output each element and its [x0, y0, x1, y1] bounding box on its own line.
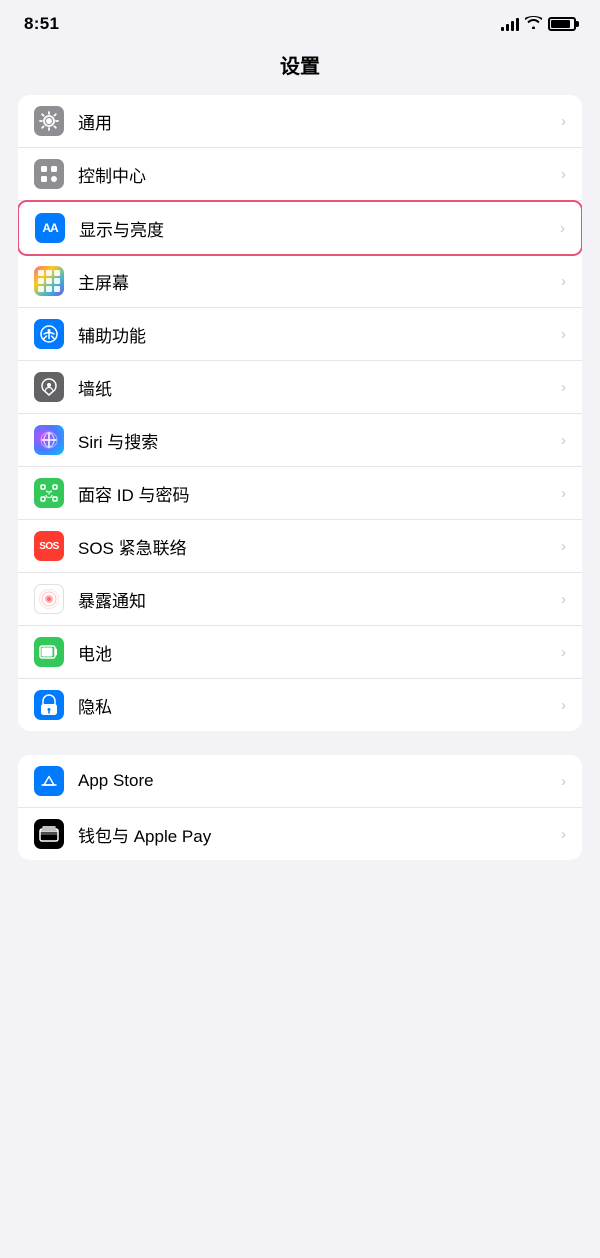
settings-section-store: App Store › 钱包与 Apple Pay ›: [18, 755, 582, 860]
exposure-chevron: ›: [561, 591, 566, 608]
display-label: 显示与亮度: [79, 216, 560, 241]
general-icon: [34, 106, 64, 136]
privacy-chevron: ›: [561, 697, 566, 714]
settings-row-accessibility[interactable]: 辅助功能 ›: [18, 308, 582, 361]
faceid-icon: [34, 478, 64, 508]
settings-row-faceid[interactable]: 面容 ID 与密码 ›: [18, 467, 582, 520]
settings-row-control-center[interactable]: 控制中心 ›: [18, 148, 582, 201]
wallet-chevron: ›: [561, 826, 566, 843]
settings-row-privacy[interactable]: 隐私 ›: [18, 679, 582, 731]
display-icon: AA: [35, 213, 65, 243]
accessibility-icon: [34, 319, 64, 349]
wallpaper-label: 墙纸: [78, 375, 561, 400]
settings-row-general[interactable]: 通用 ›: [18, 95, 582, 148]
sos-label: SOS 紧急联络: [78, 534, 561, 559]
faceid-label: 面容 ID 与密码: [78, 481, 561, 506]
status-icons: [501, 16, 576, 33]
accessibility-chevron: ›: [561, 326, 566, 343]
settings-section-general: 通用 › 控制中心 › AA 显示与亮度 ›: [18, 95, 582, 731]
settings-row-battery[interactable]: 电池 ›: [18, 626, 582, 679]
wallet-label: 钱包与 Apple Pay: [78, 822, 561, 847]
wifi-icon: [525, 16, 542, 33]
settings-row-exposure[interactable]: 暴露通知 ›: [18, 573, 582, 626]
control-center-label: 控制中心: [78, 162, 561, 187]
siri-label: Siri 与搜索: [78, 428, 561, 453]
settings-row-display[interactable]: AA 显示与亮度 ›: [18, 200, 582, 256]
settings-row-homescreen[interactable]: 主屏幕 ›: [18, 255, 582, 308]
appstore-label: App Store: [78, 771, 561, 791]
general-chevron: ›: [561, 113, 566, 130]
battery-chevron: ›: [561, 644, 566, 661]
privacy-label: 隐私: [78, 693, 561, 718]
status-time: 8:51: [24, 14, 59, 34]
display-chevron: ›: [560, 220, 565, 237]
page-title: 设置: [0, 42, 600, 95]
siri-icon: [34, 425, 64, 455]
homescreen-label: 主屏幕: [78, 269, 561, 294]
status-bar: 8:51: [0, 0, 600, 42]
sos-icon: SOS: [34, 531, 64, 561]
settings-row-wallpaper[interactable]: 墙纸 ›: [18, 361, 582, 414]
wallpaper-chevron: ›: [561, 379, 566, 396]
appstore-icon: [34, 766, 64, 796]
siri-chevron: ›: [561, 432, 566, 449]
control-center-chevron: ›: [561, 166, 566, 183]
settings-row-sos[interactable]: SOS SOS 紧急联络 ›: [18, 520, 582, 573]
control-center-icon: [34, 159, 64, 189]
battery-label: 电池: [78, 640, 561, 665]
faceid-chevron: ›: [561, 485, 566, 502]
general-label: 通用: [78, 109, 561, 134]
settings-row-wallet[interactable]: 钱包与 Apple Pay ›: [18, 808, 582, 860]
settings-row-siri[interactable]: Siri 与搜索 ›: [18, 414, 582, 467]
wallpaper-icon: [34, 372, 64, 402]
homescreen-chevron: ›: [561, 273, 566, 290]
settings-row-appstore[interactable]: App Store ›: [18, 755, 582, 808]
exposure-icon: [34, 584, 64, 614]
wallet-icon: [34, 819, 64, 849]
homescreen-icon: [34, 266, 64, 296]
battery-row-icon: [34, 637, 64, 667]
privacy-icon: [34, 690, 64, 720]
signal-icon: [501, 17, 519, 31]
appstore-chevron: ›: [561, 773, 566, 790]
exposure-label: 暴露通知: [78, 587, 561, 612]
battery-icon: [548, 17, 576, 31]
accessibility-label: 辅助功能: [78, 322, 561, 347]
sos-chevron: ›: [561, 538, 566, 555]
